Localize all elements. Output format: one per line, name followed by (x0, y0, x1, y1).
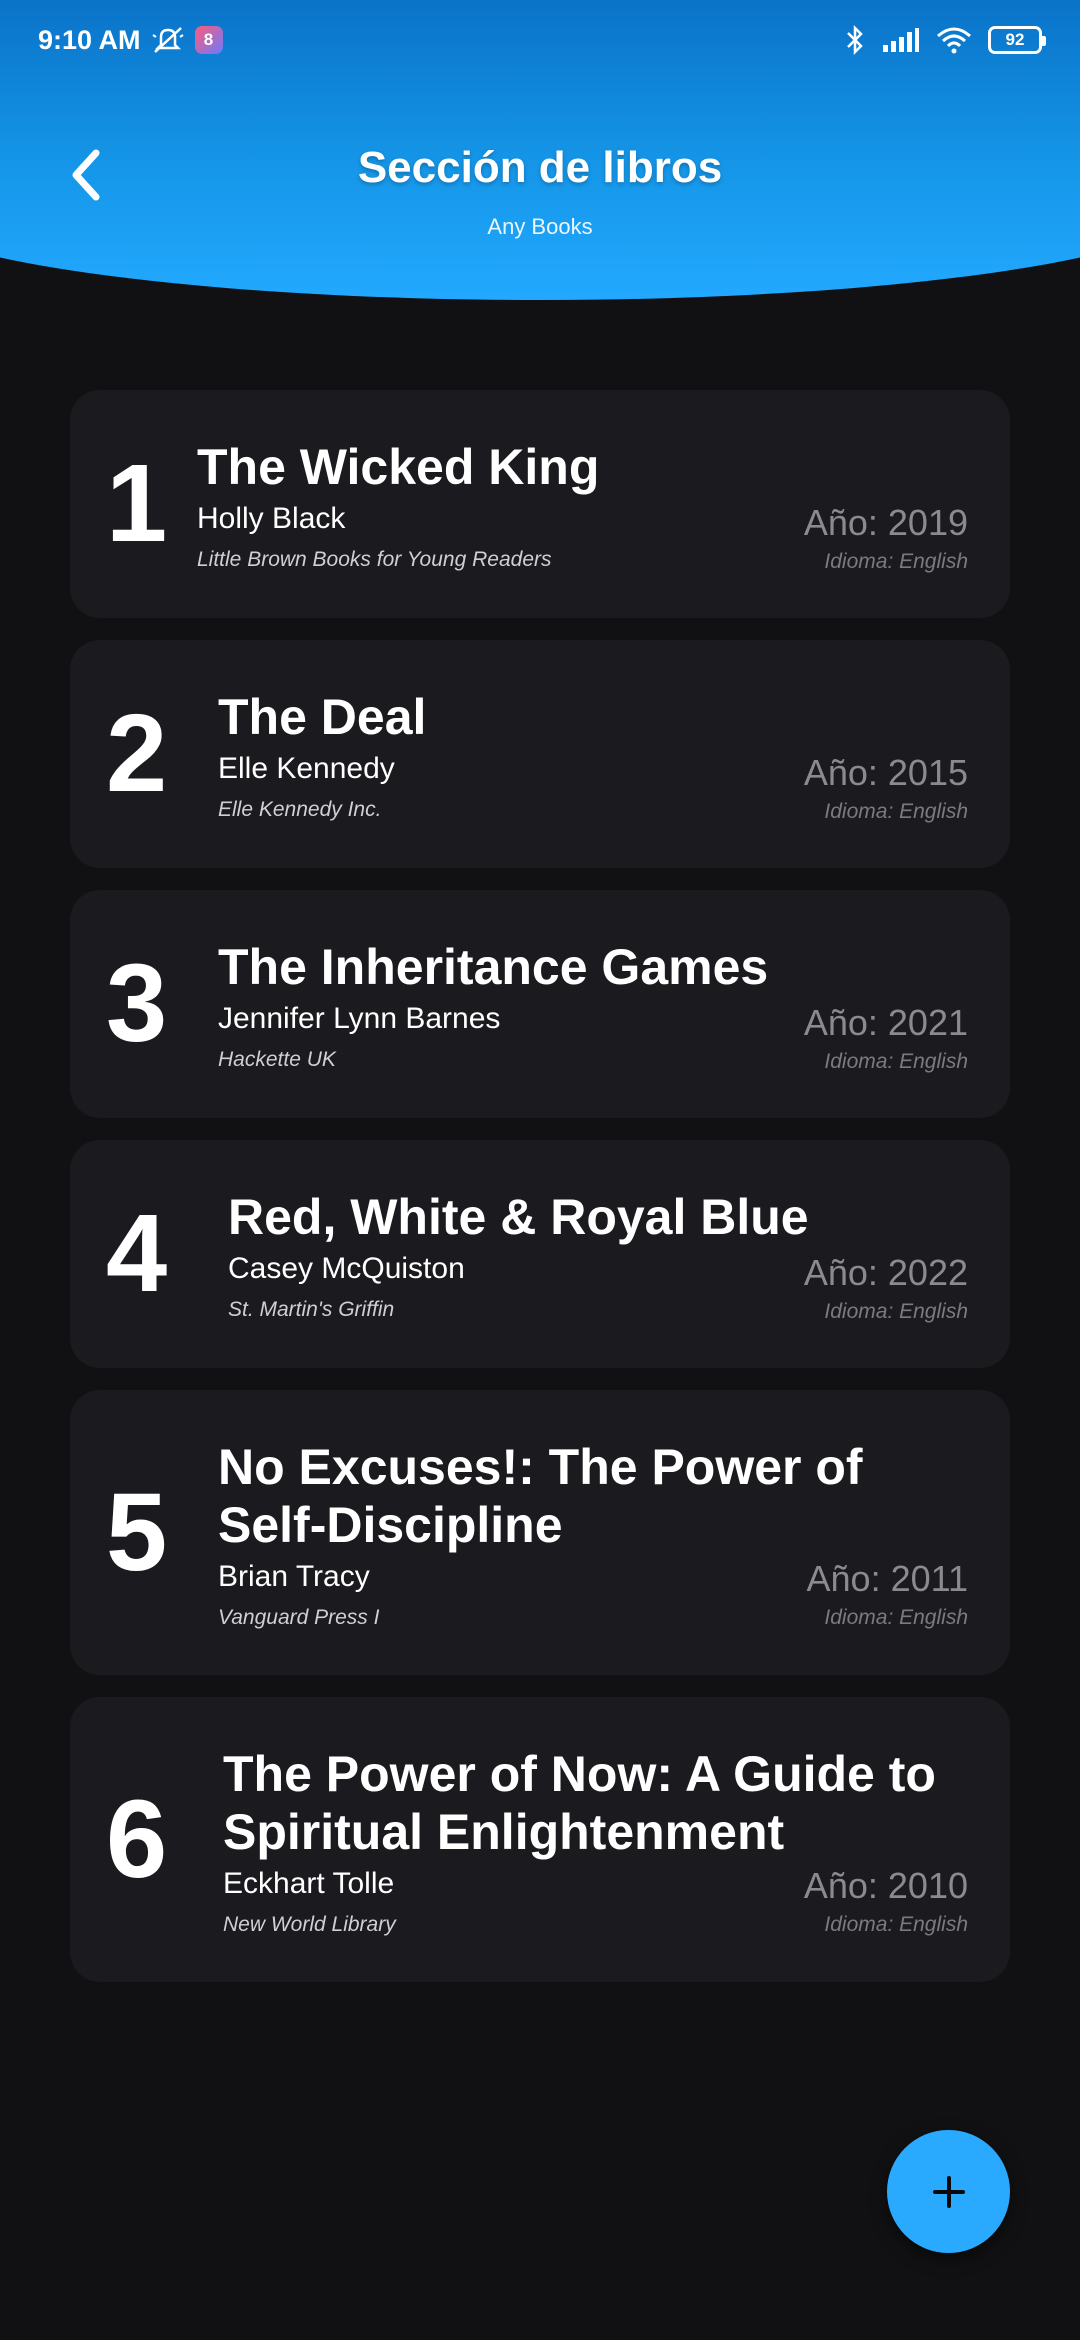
book-rank: 5 (106, 1470, 168, 1594)
book-language: Idioma: English (824, 1050, 968, 1073)
book-card-6[interactable]: 6 The Power of Now: A Guide to Spiritual… (70, 1697, 1010, 1982)
plus-icon (932, 2175, 965, 2208)
book-card-1[interactable]: 1 The Wicked King Holly Black Little Bro… (70, 390, 1010, 618)
book-year: Año: 2015 (803, 752, 968, 793)
book-title-line-2: Spiritual Enlightenment (223, 1804, 785, 1860)
book-year: Año: 2021 (803, 1002, 968, 1043)
status-time: 9:10 AM (38, 24, 141, 55)
wifi-icon (936, 26, 972, 54)
battery-icon: 92 (988, 26, 1046, 54)
book-rank: 3 (106, 942, 168, 1065)
page-subtitle: Any Books (487, 214, 593, 239)
book-card-3[interactable]: 3 The Inheritance Games Jennifer Lynn Ba… (70, 890, 1010, 1118)
book-year: Año: 2019 (803, 502, 968, 543)
book-card-2[interactable]: 2 The Deal Elle Kennedy Elle Kennedy Inc… (70, 640, 1010, 868)
book-rank: 6 (106, 1777, 168, 1901)
book-language: Idioma: English (824, 1913, 968, 1936)
book-title-line-1: No Excuses!: The Power of (218, 1439, 863, 1495)
book-language: Idioma: English (824, 800, 968, 823)
book-card-5[interactable]: 5 No Excuses!: The Power of Self-Discipl… (70, 1390, 1010, 1675)
app-badge-icon: 8 (194, 26, 223, 54)
book-year: Año: 2022 (803, 1252, 968, 1293)
book-rank: 4 (106, 1192, 168, 1315)
bluetooth-icon (844, 25, 866, 55)
book-language: Idioma: English (824, 550, 968, 573)
book-rank: 1 (106, 442, 168, 565)
mute-icon (151, 25, 185, 55)
book-title: The Deal (218, 689, 427, 745)
signal-icon (882, 27, 920, 53)
book-title: The Inheritance Games (218, 939, 769, 995)
status-left: 9:10 AM 8 (38, 25, 223, 56)
book-title: Red, White & Royal Blue (228, 1189, 809, 1245)
screen: 9:10 AM 8 92 Sección de libros Any Books… (0, 0, 1080, 2340)
status-right: 92 (844, 25, 1046, 55)
book-title-line-2: Self-Discipline (218, 1497, 563, 1553)
book-title: The Wicked King (197, 439, 600, 495)
add-book-button[interactable] (887, 2130, 1010, 2253)
status-bar: 9:10 AM 8 92 (0, 0, 1080, 80)
book-list: 1 The Wicked King Holly Black Little Bro… (70, 390, 1010, 2004)
book-info: The Power of Now: A Guide to Spiritual E… (223, 1745, 970, 1937)
book-info: No Excuses!: The Power of Self-Disciplin… (218, 1438, 970, 1630)
book-title-line-1: The Power of Now: A Guide to (223, 1746, 936, 1802)
book-rank: 2 (106, 692, 168, 815)
page-title: Sección de libros (357, 143, 723, 192)
book-card-4[interactable]: 4 Red, White & Royal Blue Casey McQuisto… (70, 1140, 1010, 1368)
book-year: Año: 2011 (806, 1558, 968, 1599)
book-year: Año: 2010 (803, 1865, 968, 1906)
book-language: Idioma: English (824, 1606, 968, 1629)
book-language: Idioma: English (824, 1300, 968, 1323)
